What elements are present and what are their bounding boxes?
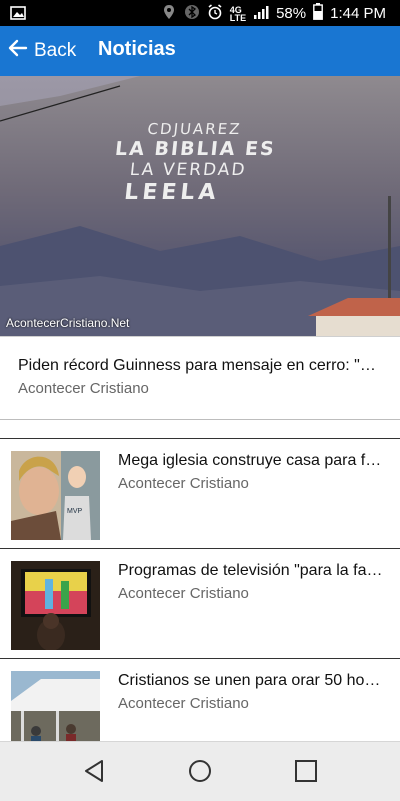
mountain-text-line: CDJUAREZ [146, 120, 243, 138]
news-title: Cristianos se unen para orar 50 horas [118, 672, 384, 689]
back-button[interactable]: Back [8, 38, 76, 64]
news-source: Acontecer Cristiano [118, 475, 249, 492]
news-thumbnail: MVP [11, 451, 100, 540]
mountain-text-line: LA VERDAD [128, 160, 248, 180]
battery-icon [313, 3, 324, 24]
signal-icon [253, 4, 269, 24]
news-thumbnail [11, 561, 100, 650]
list-item[interactable]: Programas de televisión "para la familia… [0, 549, 400, 659]
news-title: Mega iglesia construye casa para familia… [118, 452, 384, 469]
4g-icon: 4G LTE [229, 4, 247, 23]
svg-text:MVP: MVP [67, 508, 83, 515]
page-title: Noticias [98, 38, 176, 60]
system-nav-bar [0, 741, 400, 801]
location-icon [161, 4, 177, 24]
featured-news-item[interactable]: Piden récord Guinness para mensaje en ce… [0, 336, 400, 420]
status-bar: 4G LTE 58% 1:44 PM [0, 0, 400, 26]
bluetooth-icon [184, 4, 200, 24]
list-item[interactable]: Cristianos se unen para orar 50 horas Ac… [0, 659, 400, 742]
news-list[interactable]: MVP Mega iglesia construye casa para fam… [0, 438, 400, 742]
app-bar: Back Noticias [0, 26, 400, 76]
list-item[interactable]: MVP Mega iglesia construye casa para fam… [0, 439, 400, 549]
mountain-text-line: LEELA [122, 180, 221, 205]
alarm-icon [207, 3, 223, 24]
hero-image[interactable]: CDJUAREZ LA BIBLIA ES LA VERDAD LEELA Ac… [0, 76, 400, 336]
news-title: Programas de televisión "para la familia… [118, 562, 384, 579]
news-source: Acontecer Cristiano [118, 585, 249, 602]
news-thumbnail [11, 671, 100, 742]
recents-square-icon[interactable] [293, 758, 319, 784]
news-source: Acontecer Cristiano [118, 695, 249, 712]
image-watermark: AcontecerCristiano.Net [6, 316, 130, 330]
featured-news-source: Acontecer Cristiano [18, 380, 149, 397]
mountain-text-line: LA BIBLIA ES [113, 138, 277, 160]
back-triangle-icon[interactable] [82, 758, 108, 784]
arrow-left-icon [8, 38, 28, 64]
home-circle-icon[interactable] [187, 758, 213, 784]
featured-news-title: Piden récord Guinness para mensaje en ce… [18, 357, 384, 374]
clock: 1:44 PM [330, 5, 386, 22]
back-label: Back [34, 40, 77, 61]
image-icon [10, 5, 26, 26]
battery-percent: 58% [276, 5, 307, 22]
